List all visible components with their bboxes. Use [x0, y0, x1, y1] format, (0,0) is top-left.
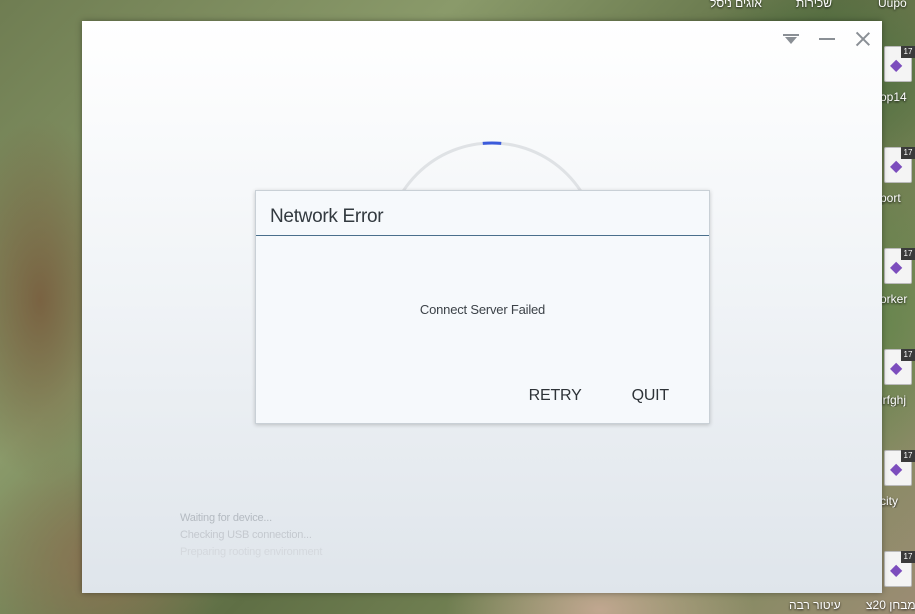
window-controls [780, 29, 874, 49]
desktop-bottom-label[interactable]: עיטור רבה [789, 598, 841, 612]
desktop-file-icon[interactable]: 17 ◆ lrfghj [880, 349, 915, 411]
desktop-icon-caption: city [880, 494, 898, 508]
desktop-top-label[interactable]: אוגים ניסל [710, 0, 762, 10]
dropdown-menu-button[interactable] [780, 29, 802, 49]
desktop-file-icon[interactable]: 17 ◆ op14 [880, 46, 915, 108]
visual-studio-icon: ◆ [890, 158, 903, 175]
quit-button[interactable]: QUIT [632, 387, 670, 405]
network-error-dialog: Network Error Connect Server Failed RETR… [255, 190, 710, 424]
desktop-file-icon[interactable]: 17 ◆ orker [880, 248, 915, 310]
dialog-divider [256, 235, 709, 236]
minimize-icon [819, 38, 835, 40]
dialog-title: Network Error [270, 206, 384, 227]
status-line: Waiting for device... [180, 512, 272, 524]
visual-studio-icon: ◆ [890, 360, 903, 377]
desktop-file-icon[interactable]: 17 ◆ city [880, 450, 915, 512]
visual-studio-icon: ◆ [890, 562, 903, 579]
version-badge: 17 [901, 551, 915, 563]
desktop-top-label[interactable]: Uupo [878, 0, 907, 10]
dialog-message: Connect Server Failed [419, 302, 546, 317]
desktop-icon-caption: port [880, 191, 901, 205]
desktop-icon-caption: orker [880, 292, 908, 306]
desktop-file-icon[interactable]: 17 ◆ port [880, 147, 915, 209]
version-badge: 17 [901, 248, 915, 260]
status-log: Waiting for device... Checking USB conne… [180, 510, 322, 561]
visual-studio-icon: ◆ [890, 259, 903, 276]
status-line: Preparing rooting environment [180, 546, 323, 558]
retry-button[interactable]: RETRY [529, 387, 582, 405]
close-icon [855, 31, 871, 47]
version-badge: 17 [901, 450, 915, 462]
dropdown-icon [783, 33, 799, 45]
minimize-button[interactable] [816, 29, 838, 49]
desktop-icon-caption: lrfghj [880, 393, 907, 407]
desktop-top-label[interactable]: שכירות [796, 0, 832, 10]
desktop-icon-caption: op14 [880, 90, 907, 104]
status-line: Checking USB connection... [180, 529, 312, 541]
dialog-buttons: RETRY QUIT [529, 387, 670, 405]
close-button[interactable] [852, 29, 874, 49]
version-badge: 17 [901, 46, 915, 58]
visual-studio-icon: ◆ [890, 461, 903, 478]
desktop-bottom-label[interactable]: מבחן 20צ [866, 598, 915, 612]
version-badge: 17 [901, 349, 915, 361]
visual-studio-icon: ◆ [890, 57, 903, 74]
version-badge: 17 [901, 147, 915, 159]
